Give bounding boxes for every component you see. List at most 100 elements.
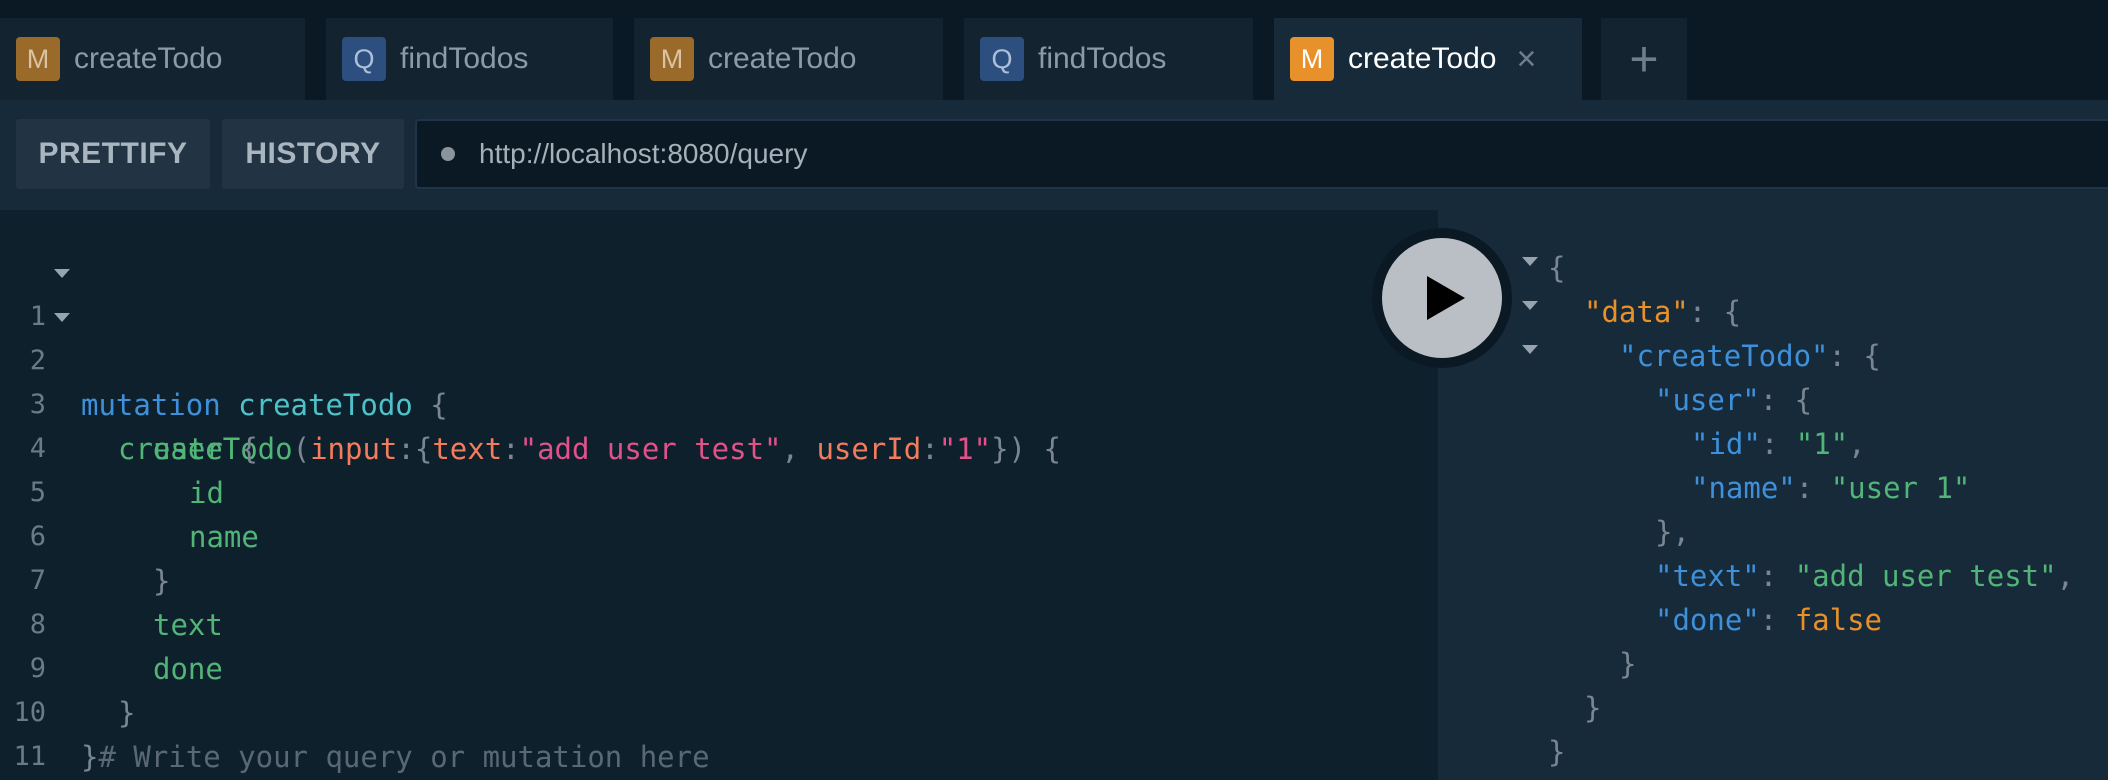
field: text [153, 608, 223, 642]
endpoint-url-input[interactable]: http://localhost:8080/query [415, 119, 2108, 189]
code-line: 10 }# Write your query or mutation here [0, 647, 709, 774]
json-line: "user": { [1655, 383, 1813, 417]
field: user [153, 432, 223, 466]
json-line: { [1548, 246, 1565, 290]
json-line: "id": "1", [1691, 427, 1866, 461]
tab-createtodo-2[interactable]: M createTodo [634, 18, 943, 100]
json-line: "data": { [1584, 295, 1742, 329]
mutation-badge-icon: M [1290, 37, 1334, 81]
json-key: "id" [1691, 427, 1761, 461]
query-editor[interactable]: 1 mutation createTodo { 2 createTodo(inp… [0, 210, 1438, 780]
toolbar: PRETTIFY HISTORY http://localhost:8080/q… [0, 100, 2108, 210]
code-line: 9 } [0, 603, 136, 730]
endpoint-url: http://localhost:8080/query [479, 138, 808, 169]
punctuation: ( [292, 432, 311, 466]
code-line: 4 id [0, 383, 224, 510]
punctuation: , [781, 432, 817, 466]
json-boolean: false [1794, 603, 1882, 637]
code-text: user { [153, 427, 258, 471]
json-line: } [1584, 686, 1601, 730]
json-key: "text" [1655, 559, 1760, 593]
json-string: "user 1" [1830, 471, 1971, 505]
code-line: 7 text [0, 515, 223, 642]
tab-label: createTodo [74, 42, 223, 75]
tab-createtodo-active[interactable]: M createTodo × [1274, 18, 1582, 100]
punctuation: } [1619, 647, 1637, 681]
punctuation: } [1548, 735, 1566, 769]
json-line: } [1619, 642, 1636, 686]
execute-query-button[interactable] [1372, 228, 1512, 368]
punctuation: { [1548, 251, 1566, 285]
punctuation: { [240, 432, 258, 466]
result-viewer[interactable]: { "data": { "createTodo": { "user": { "i… [1438, 210, 2108, 780]
json-key: "name" [1691, 471, 1796, 505]
code-text: id [189, 471, 224, 515]
play-icon [1427, 276, 1465, 320]
query-badge-icon: Q [980, 37, 1024, 81]
fold-arrow-icon[interactable] [1522, 301, 1538, 310]
argument: userId [816, 432, 922, 466]
add-tab-button[interactable]: + [1601, 18, 1687, 100]
code-line: 8 done [0, 559, 223, 686]
operation-name: createTodo [238, 388, 413, 422]
argument: text [432, 432, 503, 466]
fold-arrow-icon[interactable] [54, 313, 70, 322]
code-line: 2 createTodo(input:{text:"add user test"… [0, 295, 1061, 466]
query-badge-icon: Q [342, 37, 386, 81]
tab-bar: M createTodo Q findTodos M createTodo Q … [0, 0, 2108, 100]
comment: # Write your query or mutation here [98, 740, 710, 774]
field: done [153, 652, 223, 686]
json-line: "createTodo": { [1619, 339, 1881, 373]
field: id [189, 476, 224, 510]
string-value: "1" [938, 432, 992, 466]
json-key: "data" [1584, 295, 1689, 329]
json-line: "done": false [1655, 603, 1882, 637]
connection-status-icon [441, 147, 455, 161]
close-icon[interactable]: × [1516, 42, 1536, 76]
mutation-badge-icon: M [650, 37, 694, 81]
tab-label: findTodos [400, 42, 529, 75]
fold-arrow-icon[interactable] [54, 269, 70, 278]
string-value: "add user test" [519, 432, 782, 466]
json-line: } [1548, 730, 1565, 774]
json-line: "name": "user 1" [1691, 471, 1971, 505]
history-button[interactable]: HISTORY [222, 119, 404, 189]
tab-label: createTodo [708, 42, 857, 75]
punctuation: } [118, 696, 136, 730]
json-string: "add user test" [1794, 559, 2057, 593]
tab-label: createTodo [1348, 42, 1497, 75]
prettify-button[interactable]: PRETTIFY [16, 119, 210, 189]
punctuation: : [502, 432, 520, 466]
punctuation: }, [1655, 515, 1690, 549]
json-string: "1" [1795, 427, 1849, 461]
code-line: 1 mutation createTodo { [0, 251, 448, 422]
line-number: 11 [13, 741, 46, 772]
punctuation: }) { [991, 432, 1061, 466]
argument: input [310, 432, 398, 466]
tab-findtodos-1[interactable]: Q findTodos [326, 18, 613, 100]
fold-arrow-icon[interactable] [1522, 257, 1538, 266]
code-text: text [153, 603, 223, 647]
tab-label: findTodos [1038, 42, 1167, 75]
json-line: "text": "add user test", [1655, 559, 2075, 593]
code-text: name [189, 515, 259, 559]
code-line: 5 name [0, 427, 259, 554]
code-line: 6 } [0, 471, 171, 598]
code-text: } [153, 559, 170, 603]
json-key: "user" [1655, 383, 1760, 417]
code-line: 11 [0, 691, 70, 772]
punctuation: } [81, 740, 99, 774]
code-text: } [118, 691, 135, 735]
json-line: }, [1655, 510, 1690, 554]
fold-arrow-icon[interactable] [1522, 345, 1538, 354]
code-text: createTodo(input:{text:"add user test", … [118, 427, 1061, 471]
tab-findtodos-2[interactable]: Q findTodos [964, 18, 1253, 100]
code-text: }# Write your query or mutation here [81, 735, 710, 779]
code-line: 3 user { [0, 339, 258, 466]
tab-createtodo-1[interactable]: M createTodo [0, 18, 305, 100]
keyword: mutation [81, 388, 221, 422]
field: name [189, 520, 259, 554]
code-text: done [153, 647, 223, 691]
mutation-badge-icon: M [16, 37, 60, 81]
json-key: "createTodo" [1619, 339, 1829, 373]
